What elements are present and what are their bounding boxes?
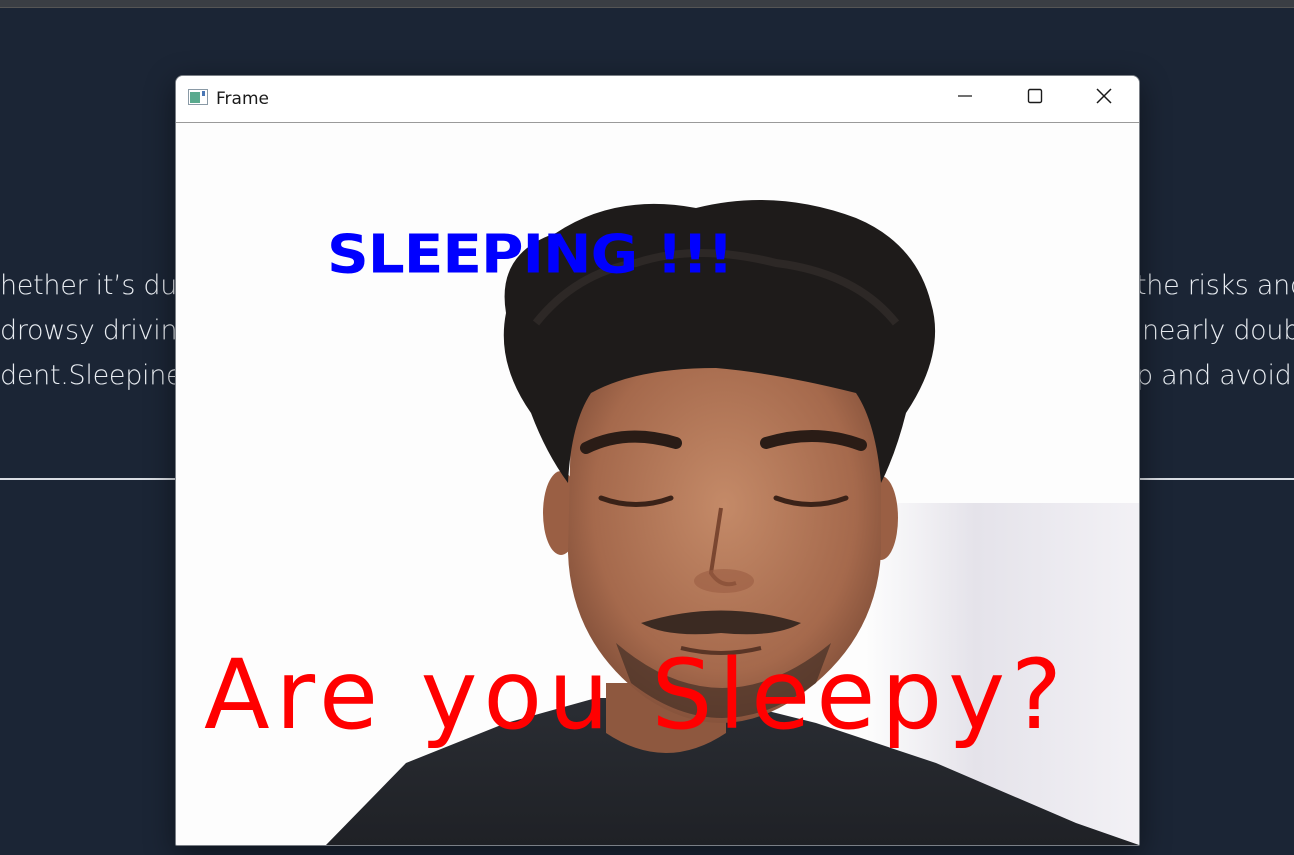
window-titlebar[interactable]: Frame [176,76,1139,123]
camera-frame: SLEEPING !!! Are you Sleepy? [176,123,1139,845]
status-overlay-text: SLEEPING !!! [327,223,734,286]
background-text-line-2-right: nearly doub [1142,315,1294,346]
close-icon [1095,87,1113,110]
minimize-button[interactable] [930,76,1000,120]
minimize-icon [957,88,973,109]
background-text-line-1-right: the risks and [1136,270,1294,301]
opencv-frame-window[interactable]: Frame SLEEPING !!! Are you Sleepy? [175,75,1140,846]
maximize-button[interactable] [1000,76,1070,120]
close-button[interactable] [1069,76,1139,120]
opencv-window-icon [188,89,208,105]
background-text-line-3-right: p and avoid d [1136,360,1294,391]
maximize-icon [1027,88,1043,109]
top-border-strip [0,0,1294,8]
window-title: Frame [216,89,269,109]
alert-overlay-text: Are you Sleepy? [204,639,1068,751]
background-text-line-3-left: dent.Sleepines [0,360,197,391]
background-text-line-2-left: drowsy driving. [0,315,202,346]
